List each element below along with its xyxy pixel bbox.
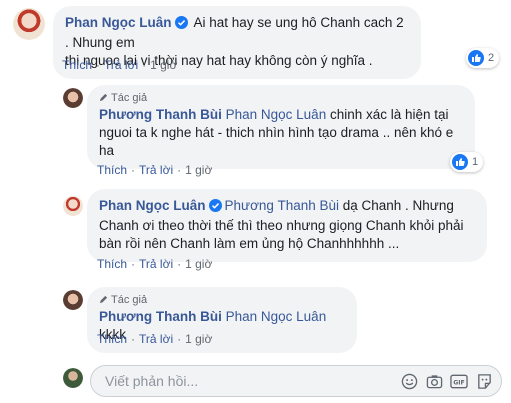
like-reaction-icon	[452, 154, 468, 170]
comment-actions: Thích · Trả lời · 1 giờ	[97, 257, 213, 271]
reply-link[interactable]: Trả lời	[139, 332, 173, 346]
comment-text: bàn rồi nên Chanh làm em ủng hộ Chanhhhh…	[99, 236, 400, 251]
comment-text: Chanh ơi theo thời thế thì theo nhưng gi…	[99, 218, 464, 233]
like-link[interactable]: Thích	[62, 58, 92, 72]
gif-icon[interactable]: GIF	[450, 372, 468, 390]
reply-composer[interactable]: GIF	[90, 365, 502, 397]
reply-link[interactable]: Trả lời	[104, 58, 138, 72]
comment-time[interactable]: 1 giờ	[150, 58, 177, 72]
verified-badge-icon	[174, 16, 188, 34]
avatar[interactable]	[63, 290, 83, 310]
mention-link[interactable]: Phương Thanh Bùi	[225, 198, 339, 213]
like-link[interactable]: Thích	[97, 332, 127, 346]
comment-bubble: Tác giả Phương Thanh Bùi Phan Ngọc Luân …	[87, 85, 475, 169]
reply-link[interactable]: Trả lời	[139, 163, 173, 177]
comment-author[interactable]: Phan Ngọc Luân	[99, 198, 206, 213]
avatar[interactable]	[63, 196, 83, 216]
comment-text: chinh xác là hiện tại	[326, 107, 449, 122]
comment-actions: Thích · Trả lời · 1 giờ	[97, 163, 213, 177]
author-badge: Tác giả	[99, 91, 463, 105]
camera-icon[interactable]	[425, 372, 443, 390]
comment-text: nguoi ta k nghe hát - thich nhìn hình tạ…	[99, 125, 454, 140]
author-badge: Tác giả	[99, 293, 345, 307]
reply-link[interactable]: Trả lời	[139, 257, 173, 271]
comment-time[interactable]: 1 giờ	[185, 332, 212, 346]
reaction-count[interactable]: 1	[450, 152, 484, 172]
comment-text: dạ Chanh . Nhưng	[338, 198, 454, 213]
comment-bubble: Phan Ngọc Luân Phương Thanh Bùi dạ Chanh …	[87, 189, 487, 262]
like-link[interactable]: Thích	[97, 257, 127, 271]
avatar	[63, 368, 83, 388]
comment-text: ha	[99, 143, 115, 158]
reaction-count[interactable]: 2	[466, 48, 500, 68]
emoji-icon[interactable]	[400, 372, 418, 390]
like-reaction-icon	[468, 50, 484, 66]
comment-author[interactable]: Phương Thanh Bùi	[99, 107, 222, 122]
avatar[interactable]	[13, 8, 45, 40]
comment-time[interactable]: 1 giờ	[185, 163, 212, 177]
sticker-icon[interactable]	[475, 372, 493, 390]
avatar[interactable]	[63, 88, 83, 108]
comment-actions: Thích · Trả lời · 1 giờ	[97, 332, 213, 346]
comment-time[interactable]: 1 giờ	[185, 257, 212, 271]
mention-link[interactable]: Phan Ngọc Luân	[226, 107, 327, 122]
mention-link[interactable]: Phan Ngọc Luân	[226, 309, 327, 324]
verified-badge-icon	[208, 199, 222, 217]
like-link[interactable]: Thích	[97, 163, 127, 177]
svg-text:GIF: GIF	[453, 379, 465, 386]
comment-author[interactable]: Phương Thanh Bùi	[99, 309, 222, 324]
comment-actions: Thích · Trả lời · 1 giờ	[62, 58, 178, 72]
reply-input[interactable]	[105, 366, 305, 396]
comment-author[interactable]: Phan Ngọc Luân	[65, 15, 172, 30]
